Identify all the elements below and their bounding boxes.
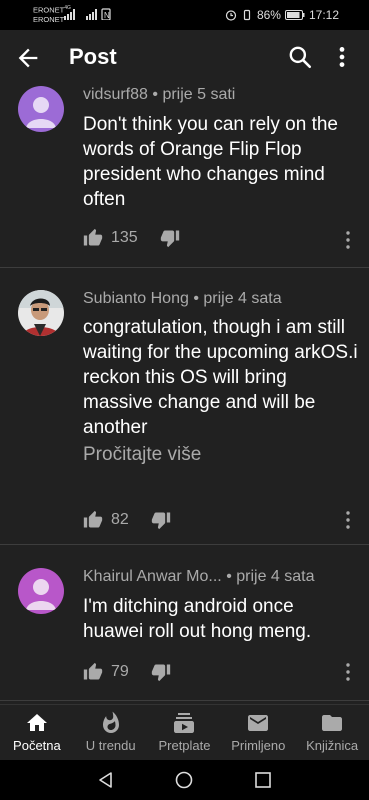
nav-label: Početna <box>13 738 61 753</box>
bottom-navigation: Početna U trendu Pretplate Primljeno Knj… <box>0 704 369 761</box>
comment-meta: Khairul Anwar Mo... • prije 4 sata <box>83 568 315 586</box>
read-more-link[interactable]: Pročitajte više <box>83 444 201 466</box>
like-icon[interactable] <box>83 662 103 682</box>
page-title: Post <box>69 44 117 69</box>
dislike-icon[interactable] <box>151 662 171 682</box>
search-icon[interactable] <box>287 44 313 70</box>
nav-label: Pretplate <box>158 738 211 753</box>
avatar[interactable] <box>18 568 64 614</box>
comment-time: prije 4 sata <box>203 290 282 307</box>
battery-icon <box>284 10 305 20</box>
dislike-icon[interactable] <box>151 510 171 530</box>
comment-text: congratulation, though i am still waitin… <box>83 317 358 438</box>
app-bar: Post <box>0 30 369 86</box>
svg-text:N: N <box>104 11 110 20</box>
home-icon <box>26 714 47 731</box>
comment-meta: Subianto Hong • prije 4 sata <box>83 290 282 308</box>
comment-author[interactable]: Khairul Anwar Mo... <box>83 568 222 585</box>
separator-dot: • <box>193 290 199 307</box>
default-avatar-icon <box>18 568 64 614</box>
subscriptions-icon <box>174 713 195 733</box>
back-arrow-icon[interactable] <box>14 44 42 72</box>
vibrate-icon <box>243 9 251 21</box>
divider <box>0 267 369 268</box>
separator-dot: • <box>226 568 232 585</box>
like-count: 135 <box>111 229 138 246</box>
nav-home[interactable]: Početna <box>0 705 74 761</box>
comment-meta: vidsurf88 • prije 5 sati <box>83 86 235 104</box>
avatar[interactable] <box>18 86 64 132</box>
comment-text: I'm ditching android once huawei roll ou… <box>83 596 312 642</box>
avatar[interactable] <box>18 290 64 336</box>
divider <box>0 700 369 701</box>
like-icon[interactable] <box>83 228 103 248</box>
comment-actions: 82 <box>83 510 171 530</box>
comment-actions: 79 <box>83 662 171 682</box>
nav-inbox[interactable]: Primljeno <box>221 705 295 761</box>
like-count: 79 <box>111 663 129 680</box>
comment-time: prije 4 sata <box>236 568 315 585</box>
nav-label: Knjižnica <box>306 738 359 753</box>
comment-author[interactable]: vidsurf88 <box>83 86 148 103</box>
nav-subscriptions[interactable]: Pretplate <box>148 705 222 761</box>
comment-author[interactable]: Subianto Hong <box>83 290 189 307</box>
separator-dot: • <box>152 86 158 103</box>
signal-icon: N <box>64 8 111 20</box>
comment-actions: 135 <box>83 228 180 248</box>
system-recents-icon[interactable] <box>253 770 273 790</box>
system-back-icon[interactable] <box>96 770 116 790</box>
default-avatar-icon <box>18 86 64 132</box>
comment-menu-icon[interactable] <box>341 662 355 682</box>
folder-icon <box>322 715 343 731</box>
divider <box>0 544 369 545</box>
comment-time: prije 5 sati <box>162 86 236 103</box>
clock: 17:12 <box>308 8 339 22</box>
alarm-icon <box>225 10 237 21</box>
nav-label: Primljeno <box>231 738 286 753</box>
status-indicators: 86% 17:12 <box>225 8 339 22</box>
nav-trending[interactable]: U trendu <box>74 705 148 761</box>
system-navigation-bar <box>0 760 369 800</box>
more-vert-icon[interactable] <box>329 44 355 70</box>
like-count: 82 <box>111 511 129 528</box>
comment-text: Don't think you can rely on the words of… <box>83 114 338 210</box>
nav-label: U trendu <box>85 738 136 753</box>
like-icon[interactable] <box>83 510 103 530</box>
carrier-name: ERONET <box>33 5 65 15</box>
comments-list: vidsurf88 • prije 5 sati Don't think you… <box>0 86 369 704</box>
status-bar: ERONET4G ERONET N 86% 17:12 <box>0 0 369 30</box>
dislike-icon[interactable] <box>160 228 180 248</box>
comment-menu-icon[interactable] <box>341 230 355 250</box>
battery-percent: 86% <box>256 8 281 22</box>
flame-icon <box>102 711 119 733</box>
comment-menu-icon[interactable] <box>341 510 355 530</box>
system-home-icon[interactable] <box>174 770 194 790</box>
nav-library[interactable]: Knjižnica <box>295 705 369 761</box>
user-photo-avatar <box>18 290 64 336</box>
mail-icon <box>248 715 269 731</box>
